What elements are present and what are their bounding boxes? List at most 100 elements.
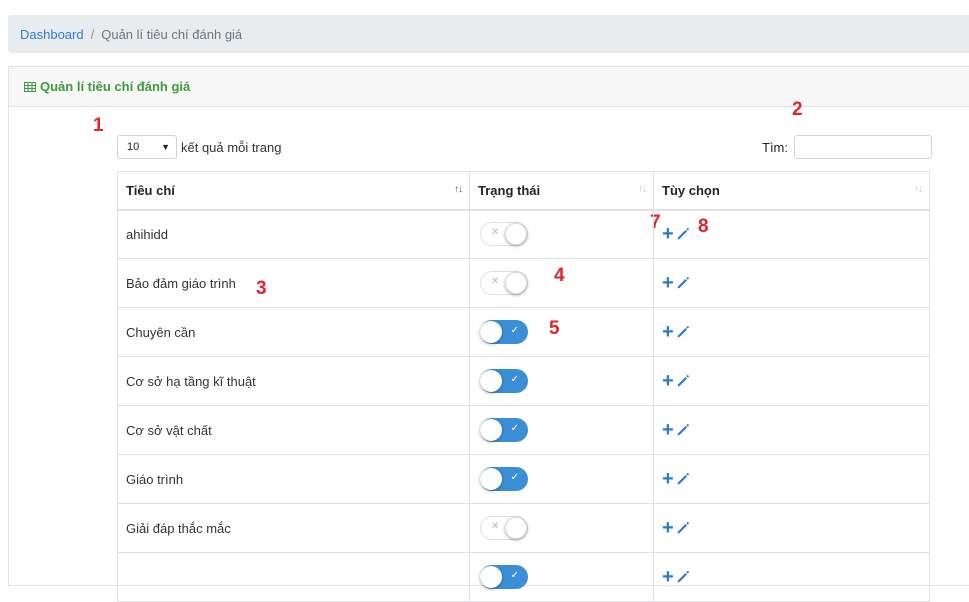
x-icon: ✕ xyxy=(491,521,500,532)
row-actions: + xyxy=(662,518,690,538)
criteria-name-cell: Bảo đảm giáo trình xyxy=(117,258,470,308)
criteria-name: Cơ sở hạ tầng kĩ thuật xyxy=(126,373,256,389)
status-toggle[interactable]: ✕ xyxy=(480,271,528,295)
plus-icon[interactable]: + xyxy=(662,224,674,244)
pencil-icon[interactable] xyxy=(676,423,690,437)
pencil-icon[interactable] xyxy=(676,227,690,241)
table-row: ahihidd ✕ + xyxy=(117,209,930,259)
chevron-down-icon: ▼ xyxy=(161,142,170,152)
toggle-knob xyxy=(505,517,527,539)
options-cell: + xyxy=(653,503,930,553)
check-icon: ✓ xyxy=(510,472,519,483)
card-title: Quản lí tiêu chí đánh giá xyxy=(40,79,191,94)
criteria-name-cell: Giáo trình xyxy=(117,454,470,504)
criteria-table: Tiêu chí ↑↓ Trạng thái ↑↓ Tùy chọn ↑↓ ah… xyxy=(117,171,930,602)
criteria-name: Giáo trình xyxy=(126,471,184,487)
toggle-knob xyxy=(505,223,527,246)
criteria-name: Chuyên cần xyxy=(126,324,196,340)
pencil-icon[interactable] xyxy=(676,325,690,339)
check-icon: ✓ xyxy=(510,325,519,336)
criteria-name-cell: Cơ sở hạ tầng kĩ thuật xyxy=(117,356,470,406)
column-header-label: Trạng thái xyxy=(478,182,541,198)
criteria-name-cell: Cơ sở vật chất xyxy=(117,405,470,455)
options-cell: + xyxy=(653,405,930,455)
page-length-label: kết quả mỗi trang xyxy=(181,139,282,155)
row-actions: + xyxy=(662,469,690,489)
sort-icon: ↑↓ xyxy=(454,184,463,195)
pencil-icon[interactable] xyxy=(676,521,690,535)
row-actions: + xyxy=(662,371,690,391)
plus-icon[interactable]: + xyxy=(662,567,674,587)
table-icon xyxy=(24,81,36,92)
criteria-name: Bảo đảm giáo trình xyxy=(126,275,236,291)
column-header-criteria[interactable]: Tiêu chí ↑↓ xyxy=(117,171,470,211)
row-actions: + xyxy=(662,224,690,244)
column-header-label: Tiêu chí xyxy=(126,182,175,198)
status-toggle[interactable]: ✓ xyxy=(480,369,528,393)
column-header-status[interactable]: Trạng thái ↑↓ xyxy=(469,171,654,211)
breadcrumb-separator: / xyxy=(90,26,95,42)
criteria-name-cell xyxy=(117,552,470,602)
plus-icon[interactable]: + xyxy=(662,518,674,538)
row-actions: + xyxy=(662,567,690,587)
table-row: Giải đáp thắc mắc ✕ + xyxy=(117,503,930,553)
pencil-icon[interactable] xyxy=(676,472,690,486)
options-cell: + xyxy=(653,307,930,357)
toggle-knob xyxy=(480,419,502,441)
pencil-icon[interactable] xyxy=(676,276,690,290)
plus-icon[interactable]: + xyxy=(662,273,674,293)
table-header-row: Tiêu chí ↑↓ Trạng thái ↑↓ Tùy chọn ↑↓ xyxy=(117,171,930,211)
status-toggle[interactable]: ✓ xyxy=(480,467,528,491)
pencil-icon[interactable] xyxy=(676,570,690,584)
length-menu: 10 ▼ kết quả mỗi trang xyxy=(117,135,281,159)
plus-icon[interactable]: + xyxy=(662,420,674,440)
status-toggle[interactable]: ✓ xyxy=(480,418,528,442)
status-cell: ✓ xyxy=(469,356,654,406)
check-icon: ✓ xyxy=(510,570,519,581)
plus-icon[interactable]: + xyxy=(662,322,674,342)
search-box: Tìm: xyxy=(762,135,932,159)
options-cell: + xyxy=(653,552,930,602)
status-cell: ✓ xyxy=(469,454,654,504)
sort-icon: ↑↓ xyxy=(638,184,647,195)
row-actions: + xyxy=(662,420,690,440)
status-toggle[interactable]: ✕ xyxy=(480,222,528,247)
criteria-name-cell: ahihidd xyxy=(117,209,470,259)
table-row: ✓ + xyxy=(117,552,930,602)
toggle-knob xyxy=(480,321,502,343)
row-actions: + xyxy=(662,273,690,293)
breadcrumb: Dashboard / Quản lí tiêu chí đánh giá xyxy=(8,15,969,53)
column-header-options[interactable]: Tùy chọn ↑↓ xyxy=(653,171,930,211)
page-length-select[interactable]: 10 ▼ xyxy=(117,135,177,159)
check-icon: ✓ xyxy=(510,423,519,434)
options-cell: + xyxy=(653,356,930,406)
status-toggle[interactable]: ✓ xyxy=(480,565,528,589)
status-toggle[interactable]: ✕ xyxy=(480,516,528,540)
status-cell: ✓ xyxy=(469,307,654,357)
toggle-knob xyxy=(505,272,527,294)
plus-icon[interactable]: + xyxy=(662,469,674,489)
breadcrumb-dashboard-link[interactable]: Dashboard xyxy=(20,27,84,42)
plus-icon[interactable]: + xyxy=(662,371,674,391)
search-label: Tìm: xyxy=(762,139,788,155)
search-input[interactable] xyxy=(794,135,932,159)
column-header-label: Tùy chọn xyxy=(662,182,720,198)
toggle-knob xyxy=(480,370,502,392)
criteria-name-cell: Giải đáp thắc mắc xyxy=(117,503,470,553)
table-row: Chuyên cần ✓ + xyxy=(117,307,930,357)
pencil-icon[interactable] xyxy=(676,374,690,388)
status-cell: ✕ xyxy=(469,258,654,308)
table-row: Cơ sở hạ tầng kĩ thuật ✓ + xyxy=(117,356,930,406)
options-cell: + xyxy=(653,258,930,308)
annotation-marker-2: 2 xyxy=(792,99,803,120)
breadcrumb-current: Quản lí tiêu chí đánh giá xyxy=(101,26,243,42)
status-toggle[interactable]: ✓ xyxy=(480,320,528,344)
row-actions: + xyxy=(662,322,690,342)
table-row: Giáo trình ✓ + xyxy=(117,454,930,504)
status-cell: ✓ xyxy=(469,552,654,602)
criteria-name-cell: Chuyên cần xyxy=(117,307,470,357)
criteria-name: Cơ sở vật chất xyxy=(126,422,212,438)
criteria-name: ahihidd xyxy=(126,226,168,242)
status-cell: ✓ xyxy=(469,405,654,455)
x-icon: ✕ xyxy=(491,276,500,287)
